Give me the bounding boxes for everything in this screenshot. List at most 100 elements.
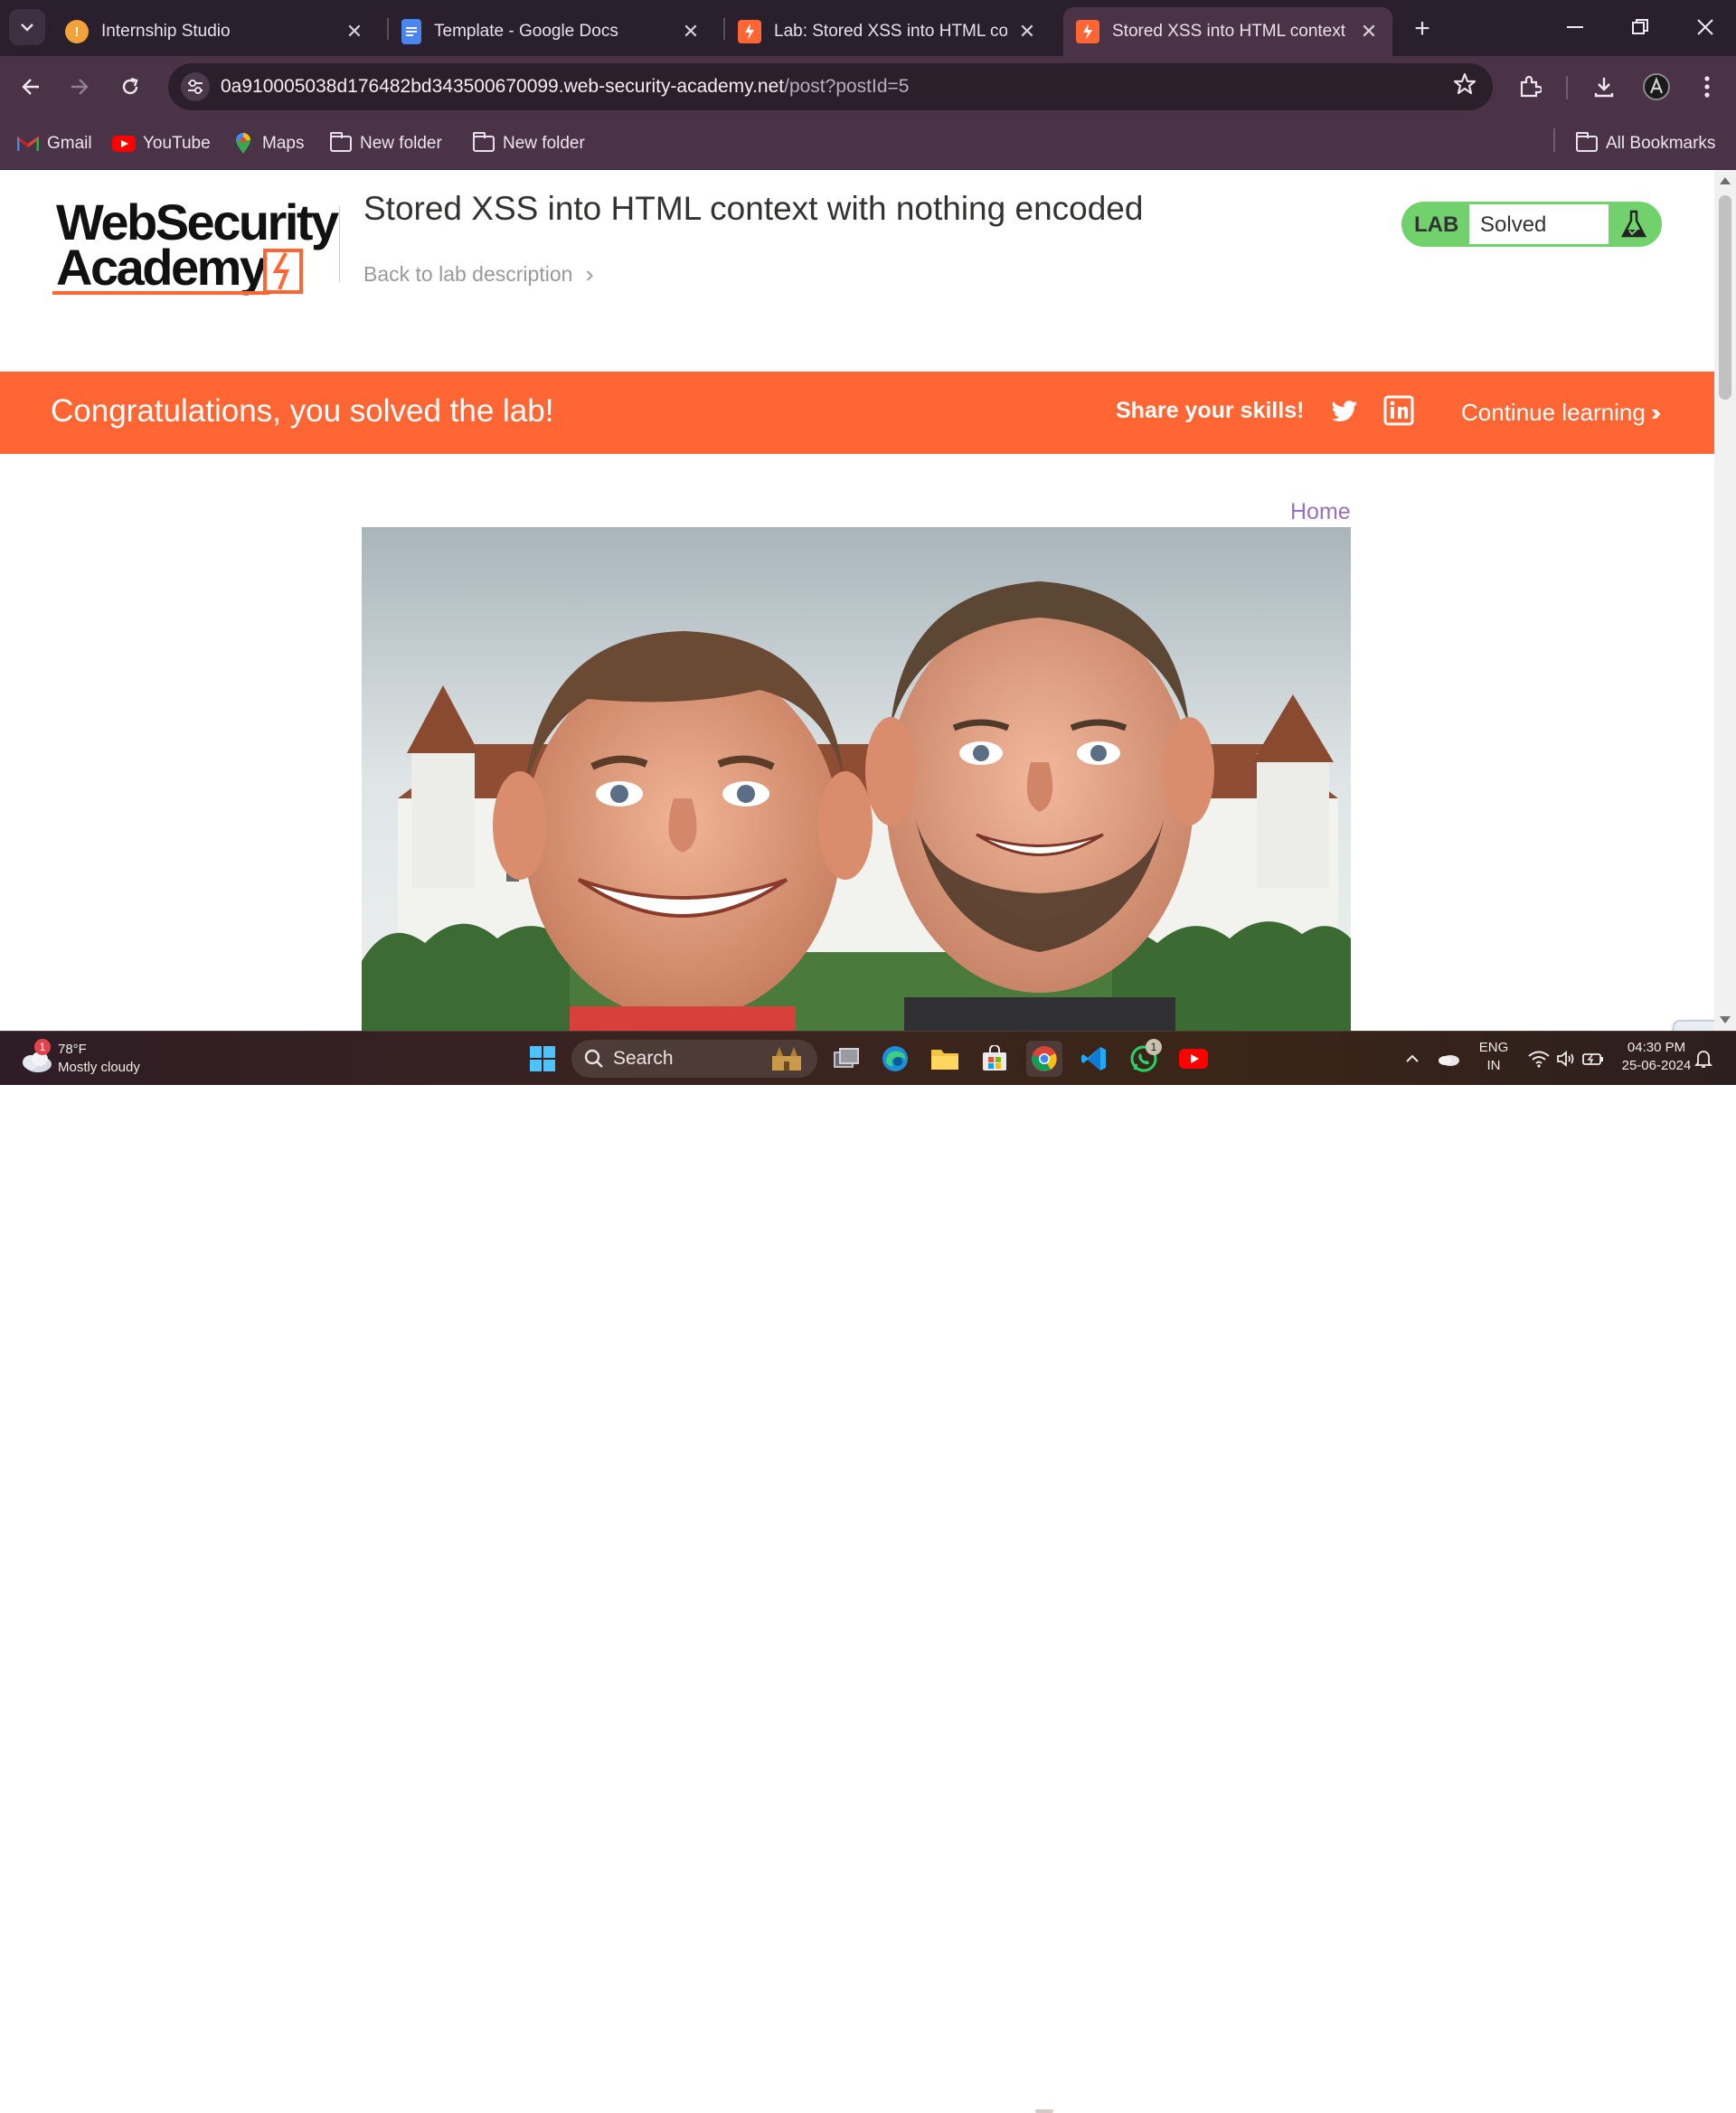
folder-icon [472,132,495,154]
task-view-icon[interactable] [828,1041,864,1077]
bookmark-label: New folder [360,134,442,153]
scroll-thumb[interactable] [1719,195,1731,400]
blog-post-image [362,527,1351,1031]
url-path: /post?postId=5 [784,76,910,97]
search-icon [584,1049,603,1068]
menu-kebab-icon[interactable] [1689,69,1725,105]
vscode-icon[interactable] [1076,1041,1112,1077]
clock[interactable]: 04:30 PM 25-06-2024 [1611,1039,1702,1075]
taskbar-search[interactable]: Search [571,1040,817,1078]
tab-title: Template - Google Docs [434,22,618,41]
lab-badge: LAB [1414,212,1459,237]
logo-line-2: Academy [56,239,268,296]
file-explorer-icon[interactable] [927,1041,963,1077]
clock-time: 04:30 PM [1627,1040,1686,1055]
url-text[interactable]: 0a910005038d176482bd343500670099.web-sec… [221,76,909,98]
google-docs-icon [401,19,421,44]
double-chevron-right-icon: ›› [1650,399,1662,426]
web-page: WebSecurity Academy Stored XSS into HTML… [0,170,1714,1031]
minimize-button[interactable] [1550,9,1600,45]
address-bar[interactable]: 0a910005038d176482bd343500670099.web-sec… [168,63,1493,110]
bookmark-gmail[interactable]: Gmail [16,130,92,157]
web-security-academy-logo[interactable]: WebSecurity Academy [52,197,339,297]
language-line-1: ENG [1478,1040,1509,1055]
tab-lab-description[interactable]: Lab: Stored XSS into HTML cont ✕ [725,7,1051,56]
home-link[interactable]: Home [1290,499,1351,525]
bookmark-maps[interactable]: Maps [231,130,304,157]
tab-stored-xss-active[interactable]: Stored XSS into HTML context w ✕ [1063,7,1392,56]
forward-button[interactable] [61,69,98,105]
language-indicator[interactable]: ENG IN [1474,1039,1514,1075]
flask-icon [1621,210,1646,238]
back-to-lab-description-link[interactable]: Back to lab description ›› [363,260,596,288]
all-bookmarks-label: All Bookmarks [1606,134,1716,153]
bookmark-star-icon[interactable] [1453,72,1477,102]
chrome-taskbar-icon[interactable] [1026,1041,1062,1077]
start-button[interactable] [524,1041,561,1077]
tab-internship-studio[interactable]: ! Internship Studio ✕ [52,7,378,56]
weather-widget[interactable]: 1 78°F Mostly cloudy [18,1039,140,1079]
folder-icon [1575,132,1599,154]
tab-search-button[interactable] [9,9,45,45]
bookmark-youtube[interactable]: YouTube [112,130,211,157]
site-info-icon[interactable] [181,72,210,101]
all-bookmarks[interactable]: All Bookmarks [1575,130,1715,157]
extensions-icon[interactable] [1512,69,1548,105]
bookmark-folder-2[interactable]: New folder [472,130,585,157]
portswigger-icon [1076,20,1099,43]
chevron-up-icon[interactable] [1394,1041,1430,1077]
scroll-down-arrow[interactable] [1720,1016,1731,1023]
continue-learning-link[interactable]: Continue learning ›› [1461,399,1662,427]
toolbar-separator [1566,76,1568,99]
tab-strip: ! Internship Studio ✕ Template - Google … [0,0,1736,56]
twitter-icon[interactable] [1329,395,1360,426]
back-button[interactable] [13,69,49,105]
lightning-bolt-icon [263,249,303,294]
new-tab-button[interactable]: + [1406,13,1439,45]
continue-learning-text: Continue learning [1461,399,1646,426]
reload-icon [122,77,138,95]
bookmark-label: YouTube [143,134,211,153]
linkedin-icon[interactable] [1383,395,1414,426]
downloads-icon[interactable] [1586,69,1622,105]
status-box: Solved [1469,204,1609,244]
arrow-left-icon [22,79,39,95]
feedback-widget-button[interactable] [1673,1020,1714,1031]
restore-button[interactable] [1615,9,1665,45]
tab-google-docs[interactable]: Template - Google Docs ✕ [389,7,714,56]
close-icon[interactable]: ✕ [344,20,365,42]
close-icon[interactable]: ✕ [1016,20,1038,42]
windows-icon [530,1046,555,1071]
whatsapp-icon[interactable]: 1 [1126,1039,1162,1077]
scroll-up-arrow[interactable] [1720,177,1731,184]
maps-icon [231,133,255,154]
page-scrollbar[interactable] [1714,170,1736,1031]
microsoft-store-icon[interactable] [976,1041,1013,1077]
solved-banner: Congratulations, you solved the lab! Sha… [0,372,1714,454]
search-label: Search [613,1048,674,1069]
header-divider [339,206,340,282]
congratulations-text: Congratulations, you solved the lab! [51,393,554,429]
tab-title: Stored XSS into HTML context w [1112,22,1349,41]
system-tray-quick-settings[interactable] [1515,1041,1617,1077]
double-chevron-right-icon: ›› [585,260,596,288]
youtube-taskbar-icon[interactable] [1175,1041,1212,1077]
whatsapp-badge: 1 [1146,1039,1162,1055]
close-icon[interactable]: ✕ [1358,20,1380,42]
lab-status-widget: LAB Solved [1401,202,1662,247]
close-icon[interactable]: ✕ [680,20,702,42]
onedrive-icon[interactable] [1430,1041,1467,1077]
url-host: 0a910005038d176482bd343500670099.web-sec… [221,76,785,97]
profile-avatar[interactable] [1638,69,1675,105]
reload-button[interactable] [112,69,148,105]
notification-bell-icon[interactable] [1689,1041,1718,1077]
weather-temp: 78°F [58,1042,87,1057]
share-skills-text: Share your skills! [1116,398,1305,423]
bookmark-folder-1[interactable]: New folder [329,130,442,157]
bookmarks-separator [1553,128,1555,152]
close-window-button[interactable] [1680,9,1731,45]
edge-browser-icon[interactable] [877,1041,913,1077]
tab-title: Internship Studio [101,22,231,41]
browser-toolbar: 0a910005038d176482bd343500670099.web-sec… [0,56,1736,118]
logo-underline [52,291,269,295]
